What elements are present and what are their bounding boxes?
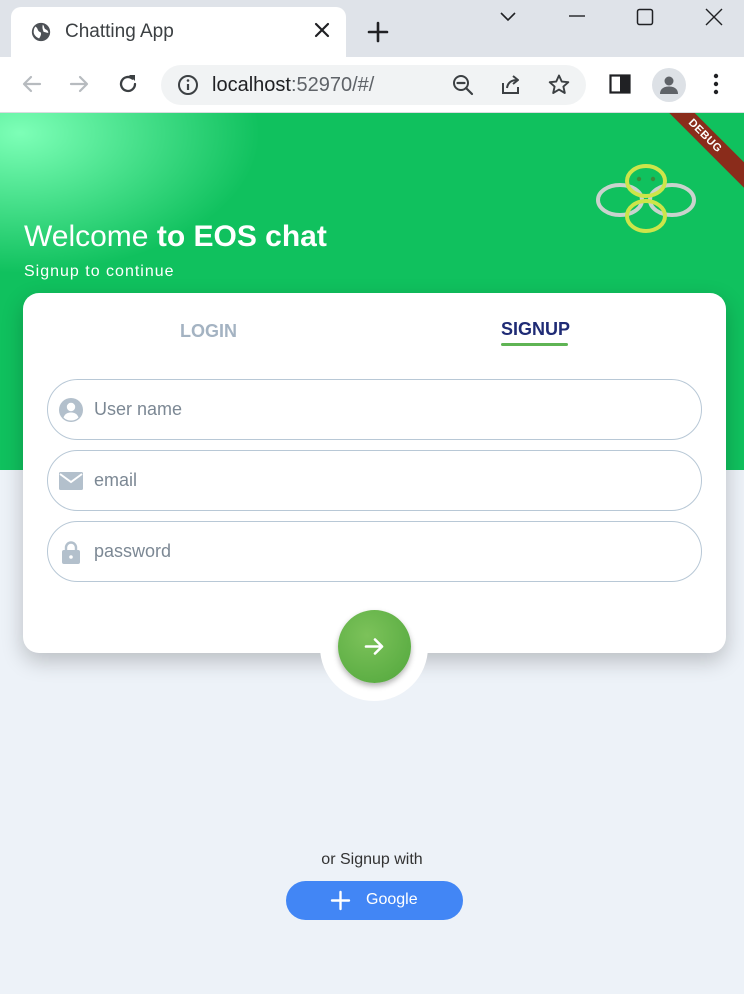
welcome-prefix: Welcome bbox=[24, 220, 157, 253]
arrow-right-icon bbox=[364, 638, 384, 655]
maximize-icon[interactable] bbox=[634, 6, 656, 28]
welcome-app-name: to EOS chat bbox=[156, 220, 327, 253]
person-icon bbox=[59, 398, 83, 422]
bookmark-star-icon[interactable] bbox=[547, 73, 571, 97]
globe-icon bbox=[31, 22, 51, 42]
welcome-subtitle: Signup to continue bbox=[24, 263, 175, 280]
active-tab-indicator bbox=[501, 343, 568, 346]
plus-icon bbox=[330, 890, 351, 911]
forward-arrow-icon[interactable] bbox=[66, 71, 92, 97]
back-arrow-icon[interactable] bbox=[19, 71, 45, 97]
username-field[interactable] bbox=[47, 379, 702, 440]
password-field[interactable] bbox=[47, 521, 702, 582]
url-path: :52970/#/ bbox=[290, 74, 375, 96]
browser-toolbar: localhost:52970/#/ bbox=[0, 57, 744, 113]
url-host: localhost bbox=[212, 74, 291, 96]
share-icon[interactable] bbox=[499, 73, 523, 97]
welcome-title: Welcome to EOS chat bbox=[24, 220, 327, 254]
mail-icon bbox=[59, 472, 83, 490]
browser-tab[interactable]: Chatting App bbox=[11, 7, 346, 57]
tab-search-chevron-icon[interactable] bbox=[497, 6, 519, 28]
browser-tabstrip: Chatting App bbox=[0, 0, 744, 57]
eos-logo-icon bbox=[596, 164, 696, 233]
google-signup-button[interactable]: Google bbox=[286, 881, 463, 920]
lock-icon bbox=[62, 541, 80, 564]
zoom-out-icon[interactable] bbox=[451, 73, 475, 97]
new-tab-icon[interactable] bbox=[366, 20, 390, 44]
password-input[interactable] bbox=[94, 534, 684, 568]
tab-login[interactable]: LOGIN bbox=[180, 321, 237, 342]
submit-button[interactable] bbox=[338, 610, 411, 683]
email-input[interactable] bbox=[94, 463, 684, 497]
person-icon bbox=[660, 76, 678, 94]
minimize-icon[interactable] bbox=[566, 6, 588, 28]
app-viewport: DEBUG Welcome to EOS chat Signup to cont… bbox=[0, 113, 744, 994]
side-panel-icon[interactable] bbox=[607, 71, 633, 97]
site-info-icon[interactable] bbox=[177, 74, 199, 96]
profile-avatar[interactable] bbox=[652, 68, 686, 102]
close-window-icon[interactable] bbox=[703, 6, 725, 28]
tab-signup[interactable]: SIGNUP bbox=[501, 319, 570, 340]
email-field[interactable] bbox=[47, 450, 702, 511]
or-signup-with-text: or Signup with bbox=[321, 851, 423, 868]
username-input[interactable] bbox=[94, 392, 684, 426]
tab-title: Chatting App bbox=[65, 21, 174, 42]
google-button-label: Google bbox=[366, 891, 418, 908]
url-text: localhost:52970/#/ bbox=[212, 74, 374, 97]
more-menu-icon[interactable] bbox=[703, 71, 729, 97]
address-bar[interactable]: localhost:52970/#/ bbox=[161, 65, 586, 105]
reload-icon[interactable] bbox=[115, 71, 141, 97]
close-tab-icon[interactable] bbox=[312, 20, 332, 40]
